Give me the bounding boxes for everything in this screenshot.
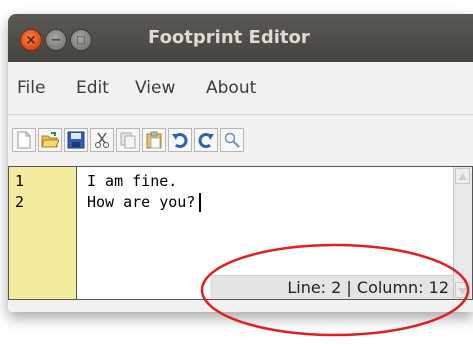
text-caret <box>199 193 201 212</box>
open-folder-icon[interactable] <box>38 128 62 152</box>
line-number-gutter: 1 2 <box>9 167 77 299</box>
menu-bar: File Edit View About <box>8 62 473 115</box>
code-line[interactable]: How are you? <box>87 193 195 211</box>
new-file-icon[interactable] <box>12 128 36 152</box>
maximize-icon[interactable]: □ <box>70 29 92 51</box>
menu-file[interactable]: File <box>17 78 45 98</box>
cursor-position-status: Line: 2 | Column: 12 <box>210 275 453 299</box>
editor-window: × − □ Footprint Editor File Edit View Ab… <box>8 14 473 312</box>
code-line[interactable]: I am fine. <box>87 172 177 190</box>
find-icon[interactable] <box>220 128 244 152</box>
toolbar <box>8 118 473 162</box>
text-editor[interactable]: 1 2 I am fine. How are you? Line: 2 | Co… <box>8 166 473 300</box>
copy-icon[interactable] <box>116 128 140 152</box>
close-icon[interactable]: × <box>20 29 42 51</box>
undo-icon[interactable] <box>168 128 192 152</box>
title-bar[interactable]: × − □ Footprint Editor <box>8 14 473 62</box>
paste-icon[interactable] <box>142 128 166 152</box>
menu-view[interactable]: View <box>135 78 175 98</box>
line-number: 2 <box>15 193 25 211</box>
save-icon[interactable] <box>64 128 88 152</box>
window-title: Footprint Editor <box>148 27 310 48</box>
vertical-scrollbar[interactable] <box>453 167 472 299</box>
cut-icon[interactable] <box>90 128 114 152</box>
menu-about[interactable]: About <box>206 78 256 98</box>
scroll-up-icon[interactable] <box>455 168 470 184</box>
scroll-down-icon[interactable] <box>455 282 470 298</box>
minimize-icon[interactable]: − <box>45 29 67 51</box>
line-number: 1 <box>15 172 25 190</box>
redo-icon[interactable] <box>194 128 218 152</box>
menu-edit[interactable]: Edit <box>76 78 109 98</box>
